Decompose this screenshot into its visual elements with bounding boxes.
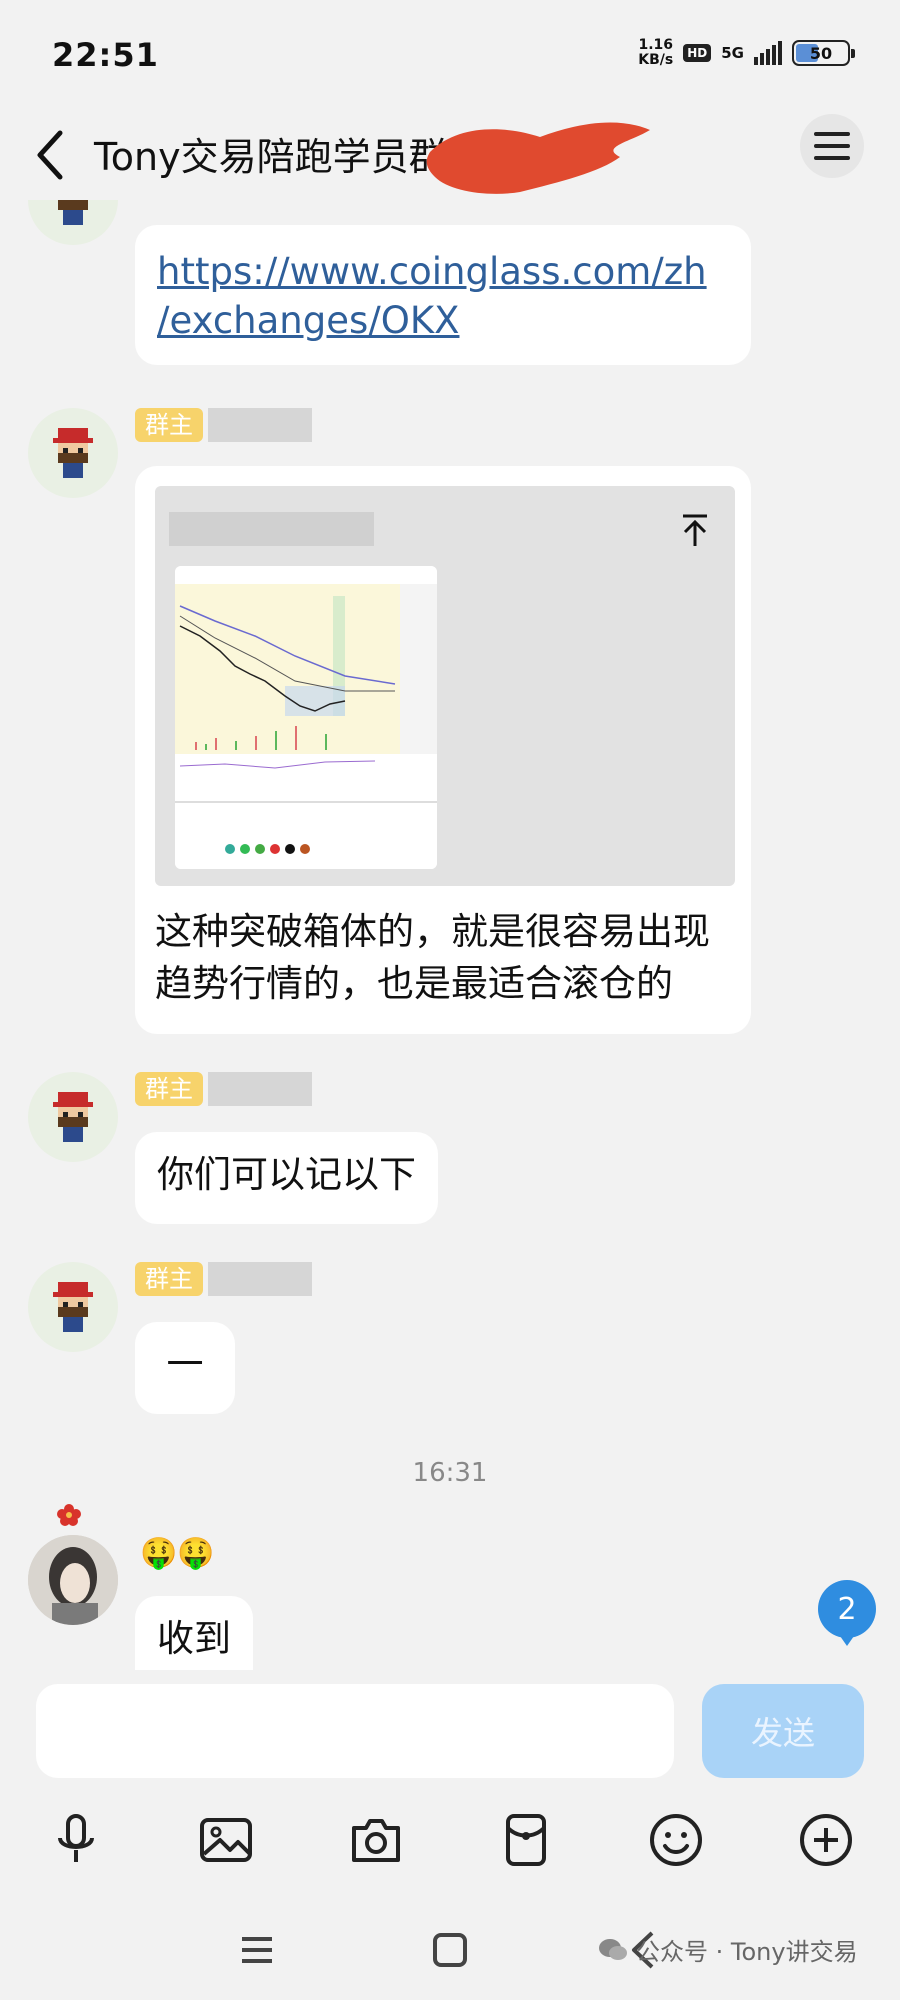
chat-title: Tony交易陪跑学员群( <box>94 135 462 179</box>
portrait-avatar-icon <box>28 1535 118 1625</box>
candlestick-thumbnail <box>175 566 437 869</box>
avatar[interactable] <box>28 1072 118 1162</box>
pixel-avatar-icon <box>53 1092 93 1142</box>
avatar[interactable] <box>28 200 118 245</box>
avatar[interactable] <box>28 1535 118 1625</box>
pixel-avatar-icon <box>53 1282 93 1332</box>
owner-badge: 群主 <box>135 1072 203 1106</box>
battery-icon: 50 <box>792 40 855 66</box>
message-input[interactable] <box>36 1684 674 1778</box>
chat-header: Tony交易陪跑学员群( <box>0 110 900 200</box>
menu-button[interactable] <box>800 114 864 178</box>
pixel-avatar-icon <box>53 428 93 478</box>
sender-name-redacted <box>208 1072 312 1106</box>
watermark-text: 公众号 · Tony讲交易 <box>636 1938 858 1966</box>
back-button[interactable] <box>30 125 74 185</box>
network-speed: 1.16 KB/s <box>638 38 673 68</box>
input-bar: 发送 <box>0 1670 900 1790</box>
message-bubble[interactable]: https://www.coinglass.com/zh /exchanges/… <box>135 225 751 365</box>
avatar[interactable] <box>28 1262 118 1352</box>
owner-badge: 群主 <box>135 1262 203 1296</box>
message-bubble[interactable]: 你们可以记以下 <box>135 1132 438 1224</box>
flower-badge-icon <box>57 1504 81 1526</box>
red-packet-icon[interactable] <box>496 1810 556 1870</box>
plus-icon[interactable] <box>796 1810 856 1870</box>
image-icon[interactable] <box>196 1810 256 1870</box>
menu-icon <box>814 132 850 160</box>
chat-toolbar <box>0 1790 900 1890</box>
chart-screenshot-image[interactable] <box>175 566 437 869</box>
card-title-redacted <box>169 512 374 546</box>
upload-icon[interactable] <box>675 510 715 550</box>
microphone-icon[interactable] <box>46 1810 106 1870</box>
emoji-reaction: 🤑🤑 <box>140 1536 215 1571</box>
sender-name-redacted <box>208 408 312 442</box>
send-button[interactable]: 发送 <box>702 1684 864 1778</box>
status-bar: 22:51 1.16 KB/s HD 5G 50 <box>0 0 900 110</box>
signal-icon <box>754 41 782 65</box>
home-icon[interactable] <box>425 1925 475 1975</box>
message-bubble[interactable]: 收到 <box>135 1596 253 1670</box>
message-link[interactable]: https://www.coinglass.com/zh /exchanges/… <box>157 247 729 345</box>
status-time: 22:51 <box>52 36 159 74</box>
recent-apps-icon[interactable] <box>232 1925 282 1975</box>
hd-icon: HD <box>683 44 712 62</box>
emoji-icon[interactable] <box>646 1810 706 1870</box>
watermark: 公众号 · Tony讲交易 <box>598 1932 858 1967</box>
battery-level: 50 <box>809 43 833 63</box>
pixel-avatar-icon <box>58 200 88 225</box>
chat-area[interactable]: https://www.coinglass.com/zh /exchanges/… <box>0 200 900 1670</box>
camera-icon[interactable] <box>346 1810 406 1870</box>
owner-badge: 群主 <box>135 408 203 442</box>
wechat-icon <box>599 1938 627 1960</box>
card-caption: 这种突破箱体的，就是很容易出现 趋势行情的，也是最适合滚仓的 <box>155 910 710 1005</box>
chevron-left-icon <box>37 130 63 180</box>
network-type: 5G <box>721 44 744 62</box>
shared-card[interactable] <box>155 486 735 886</box>
unread-count-badge[interactable]: 2 <box>818 1580 876 1646</box>
message-bubble[interactable]: 一 <box>135 1322 235 1414</box>
redaction-scribble <box>426 122 650 194</box>
message-timestamp: 16:31 <box>412 1458 488 1488</box>
card-message-bubble[interactable]: 这种突破箱体的，就是很容易出现 趋势行情的，也是最适合滚仓的 <box>135 466 751 1034</box>
sender-name-redacted <box>208 1262 312 1296</box>
avatar[interactable] <box>28 408 118 498</box>
network-speed-value: 1.16 <box>638 37 674 53</box>
network-speed-unit: KB/s <box>638 52 674 68</box>
status-icons: 1.16 KB/s HD 5G 50 <box>638 38 855 68</box>
